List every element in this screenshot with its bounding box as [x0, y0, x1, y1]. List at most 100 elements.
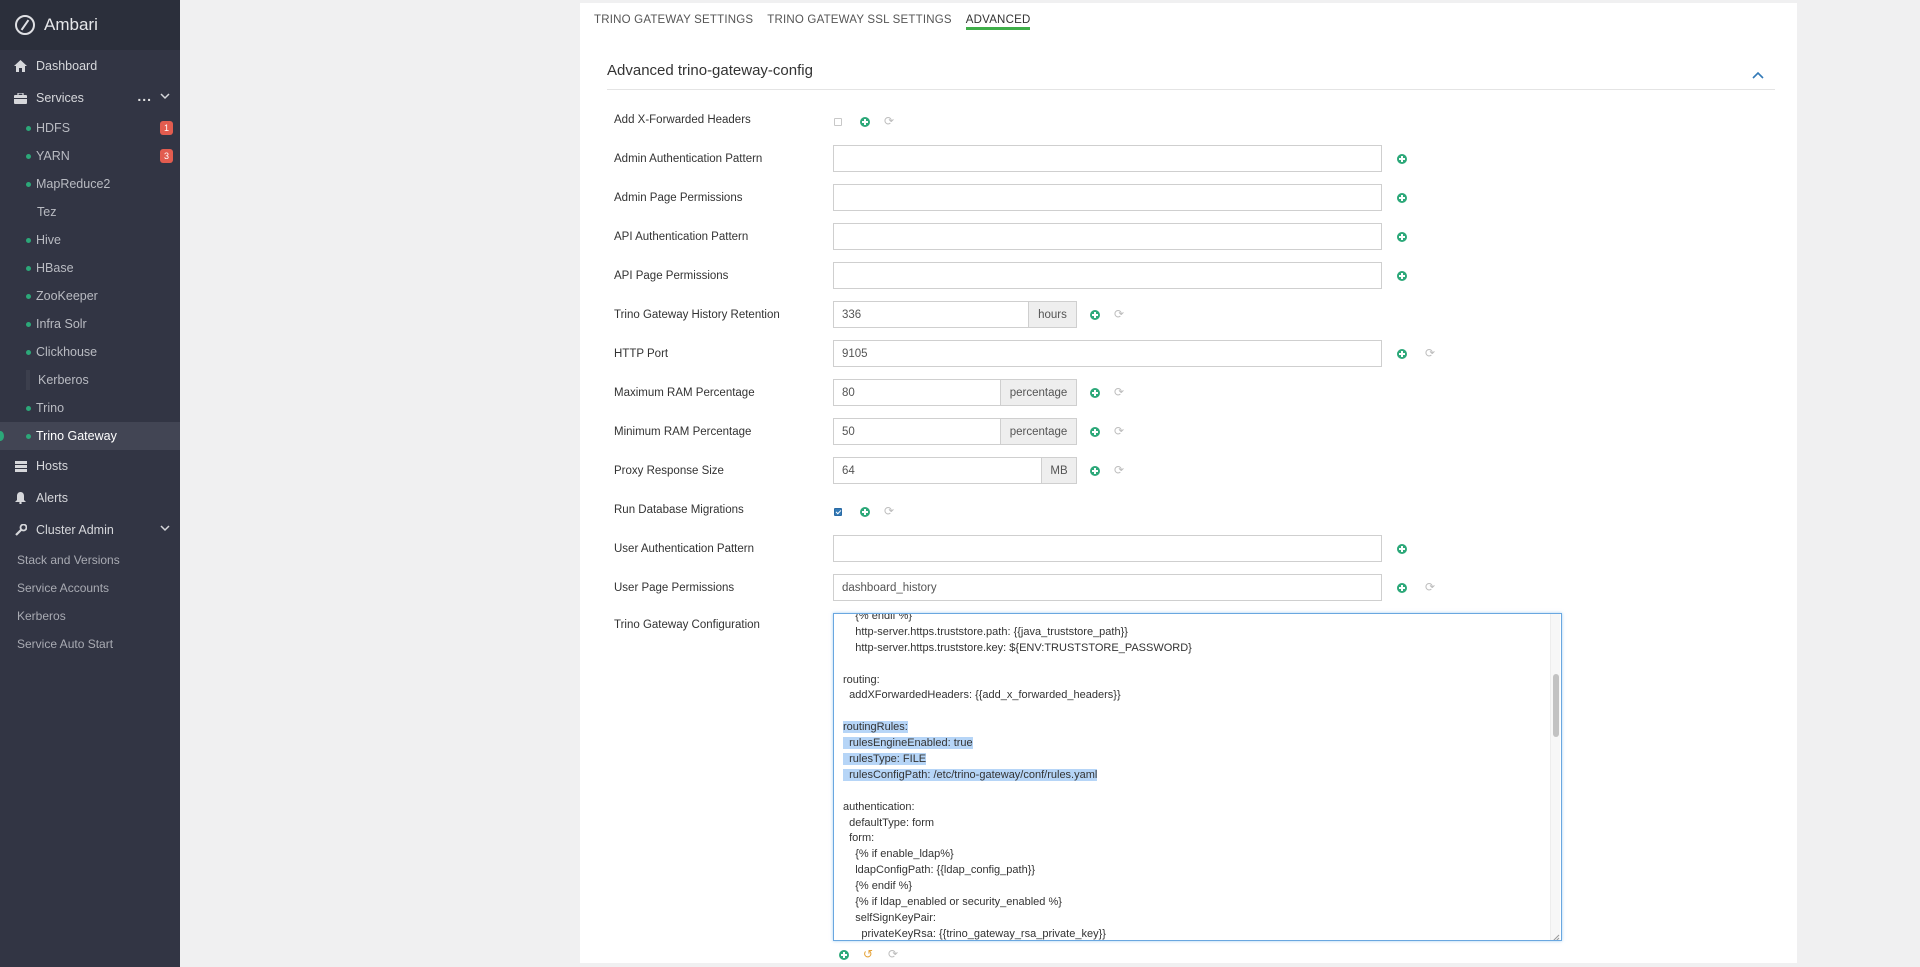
- nav-alerts[interactable]: Alerts: [0, 482, 180, 514]
- service-mapreduce2[interactable]: MapReduce2: [0, 170, 180, 198]
- run-database-migrations-checkbox[interactable]: [834, 507, 842, 516]
- plus-circle-icon[interactable]: [1090, 309, 1100, 320]
- nav-cluster-admin[interactable]: Cluster Admin: [0, 514, 180, 546]
- brand[interactable]: Ambari: [0, 0, 180, 50]
- service-clickhouse[interactable]: Clickhouse: [0, 338, 180, 366]
- home-icon: [14, 60, 27, 73]
- nav-label: Cluster Admin: [36, 523, 114, 537]
- plus-circle-icon[interactable]: [1397, 153, 1407, 164]
- service-hbase[interactable]: HBase: [0, 254, 180, 282]
- unit-label: hours: [1029, 301, 1077, 328]
- chevron-down-icon[interactable]: [160, 91, 170, 103]
- proxy-response-size-input[interactable]: 64: [833, 457, 1042, 484]
- scrollbar-thumb[interactable]: [1553, 674, 1559, 737]
- tab-trino-gateway-settings[interactable]: TRINO GATEWAY SETTINGS: [594, 3, 753, 33]
- tab-trino-gateway-ssl-settings[interactable]: TRINO GATEWAY SSL SETTINGS: [767, 3, 952, 33]
- sub-kerberos[interactable]: Kerberos: [0, 602, 180, 630]
- refresh-icon[interactable]: ⟳: [884, 505, 895, 517]
- plus-circle-icon[interactable]: [860, 506, 870, 517]
- service-trino-gateway[interactable]: Trino Gateway: [0, 422, 180, 450]
- api-page-permissions-input[interactable]: [833, 262, 1382, 289]
- user-page-permissions-input[interactable]: dashboard_history: [833, 574, 1382, 601]
- service-yarn[interactable]: YARN 3: [0, 142, 180, 170]
- service-infra-solr[interactable]: Infra Solr: [0, 310, 180, 338]
- plus-circle-icon[interactable]: [860, 116, 870, 127]
- service-zookeeper[interactable]: ZooKeeper: [0, 282, 180, 310]
- service-label: Kerberos: [38, 373, 89, 387]
- field-label: Admin Authentication Pattern: [614, 153, 763, 165]
- plus-circle-icon[interactable]: [1397, 543, 1407, 554]
- plus-circle-icon[interactable]: [1397, 582, 1407, 593]
- admin-authentication-pattern-input[interactable]: [833, 145, 1382, 172]
- refresh-icon[interactable]: ⟳: [1114, 386, 1125, 398]
- service-label: MapReduce2: [36, 177, 111, 191]
- service-label: YARN: [36, 149, 70, 163]
- plus-circle-icon[interactable]: [1397, 192, 1407, 203]
- history-retention-input[interactable]: 336: [833, 301, 1029, 328]
- service-label: ZooKeeper: [36, 289, 98, 303]
- config-text: {% endif %} http-server.https.truststore…: [834, 614, 1544, 940]
- refresh-icon[interactable]: ⟳: [1425, 581, 1436, 593]
- plus-circle-icon[interactable]: [1397, 270, 1407, 281]
- refresh-icon[interactable]: ⟳: [884, 115, 895, 127]
- plus-circle-icon[interactable]: [839, 949, 849, 960]
- plus-circle-icon[interactable]: [1397, 348, 1407, 359]
- chevron-up-icon[interactable]: [1752, 66, 1764, 79]
- field-controls: dashboard_history ⟳: [833, 574, 1436, 601]
- refresh-icon[interactable]: ⟳: [1114, 464, 1125, 476]
- nav-hosts[interactable]: Hosts: [0, 450, 180, 482]
- resize-handle-icon[interactable]: [1550, 929, 1560, 940]
- plus-circle-icon[interactable]: [1090, 426, 1100, 437]
- field-label: Proxy Response Size: [614, 465, 724, 477]
- undo-icon[interactable]: ↺: [863, 948, 874, 960]
- config-line: authentication:: [843, 800, 915, 813]
- service-kerberos[interactable]: Kerberos: [0, 366, 180, 394]
- server-icon: [14, 460, 27, 473]
- field-api-page-permissions: API Page Permissions: [614, 262, 1774, 290]
- add-x-forwarded-headers-checkbox[interactable]: [834, 117, 842, 126]
- field-label: HTTP Port: [614, 348, 669, 360]
- service-tez[interactable]: Tez: [0, 198, 180, 226]
- nav-dashboard[interactable]: Dashboard: [0, 50, 180, 82]
- min-ram-percentage-input[interactable]: 50: [833, 418, 1001, 445]
- api-authentication-pattern-input[interactable]: [833, 223, 1382, 250]
- field-controls: 64 MB ⟳: [833, 457, 1125, 484]
- config-line: [834, 657, 1544, 673]
- field-admin-page-permissions: Admin Page Permissions: [614, 184, 1774, 212]
- config-line: addXForwardedHeaders: {{add_x_forwarded_…: [843, 689, 1121, 702]
- service-trino[interactable]: Trino: [0, 394, 180, 422]
- config-line: [834, 704, 1544, 720]
- refresh-icon[interactable]: ⟳: [1114, 308, 1125, 320]
- field-admin-authentication-pattern: Admin Authentication Pattern: [614, 145, 1774, 173]
- sub-service-accounts[interactable]: Service Accounts: [0, 574, 180, 602]
- scrollbar[interactable]: [1550, 614, 1560, 940]
- admin-page-permissions-input[interactable]: [833, 184, 1382, 211]
- field-label: Minimum RAM Percentage: [614, 426, 752, 438]
- field-controls: [833, 184, 1407, 211]
- refresh-icon[interactable]: ⟳: [1114, 425, 1125, 437]
- plus-circle-icon[interactable]: [1397, 231, 1407, 242]
- nav-label: Hosts: [36, 459, 68, 473]
- plus-circle-icon[interactable]: [1090, 465, 1100, 476]
- refresh-icon[interactable]: ⟳: [1425, 347, 1436, 359]
- config-line: http-server.https.truststore.path: {{jav…: [843, 625, 1128, 638]
- user-authentication-pattern-input[interactable]: [833, 535, 1382, 562]
- alert-badge[interactable]: 1: [160, 121, 173, 135]
- service-hive[interactable]: Hive: [0, 226, 180, 254]
- chevron-down-icon[interactable]: [160, 523, 170, 535]
- field-http-port: HTTP Port 9105 ⟳: [614, 340, 1774, 368]
- refresh-icon[interactable]: ⟳: [888, 948, 899, 960]
- plus-circle-icon[interactable]: [1090, 387, 1100, 398]
- sub-stack-and-versions[interactable]: Stack and Versions: [0, 546, 180, 574]
- trino-gateway-configuration-textarea[interactable]: {% endif %} http-server.https.truststore…: [833, 613, 1562, 941]
- max-ram-percentage-input[interactable]: 80: [833, 379, 1001, 406]
- sub-service-auto-start[interactable]: Service Auto Start: [0, 630, 180, 658]
- http-port-input[interactable]: 9105: [833, 340, 1382, 367]
- config-line: rulesConfigPath: /etc/trino-gateway/conf…: [843, 768, 1098, 781]
- tab-advanced[interactable]: ADVANCED: [965, 3, 1031, 30]
- nav-services[interactable]: Services ...: [0, 82, 180, 114]
- services-menu-icon[interactable]: ...: [137, 88, 152, 104]
- service-hdfs[interactable]: HDFS 1: [0, 114, 180, 142]
- status-ok-icon: [26, 406, 31, 411]
- alert-badge[interactable]: 3: [160, 149, 173, 163]
